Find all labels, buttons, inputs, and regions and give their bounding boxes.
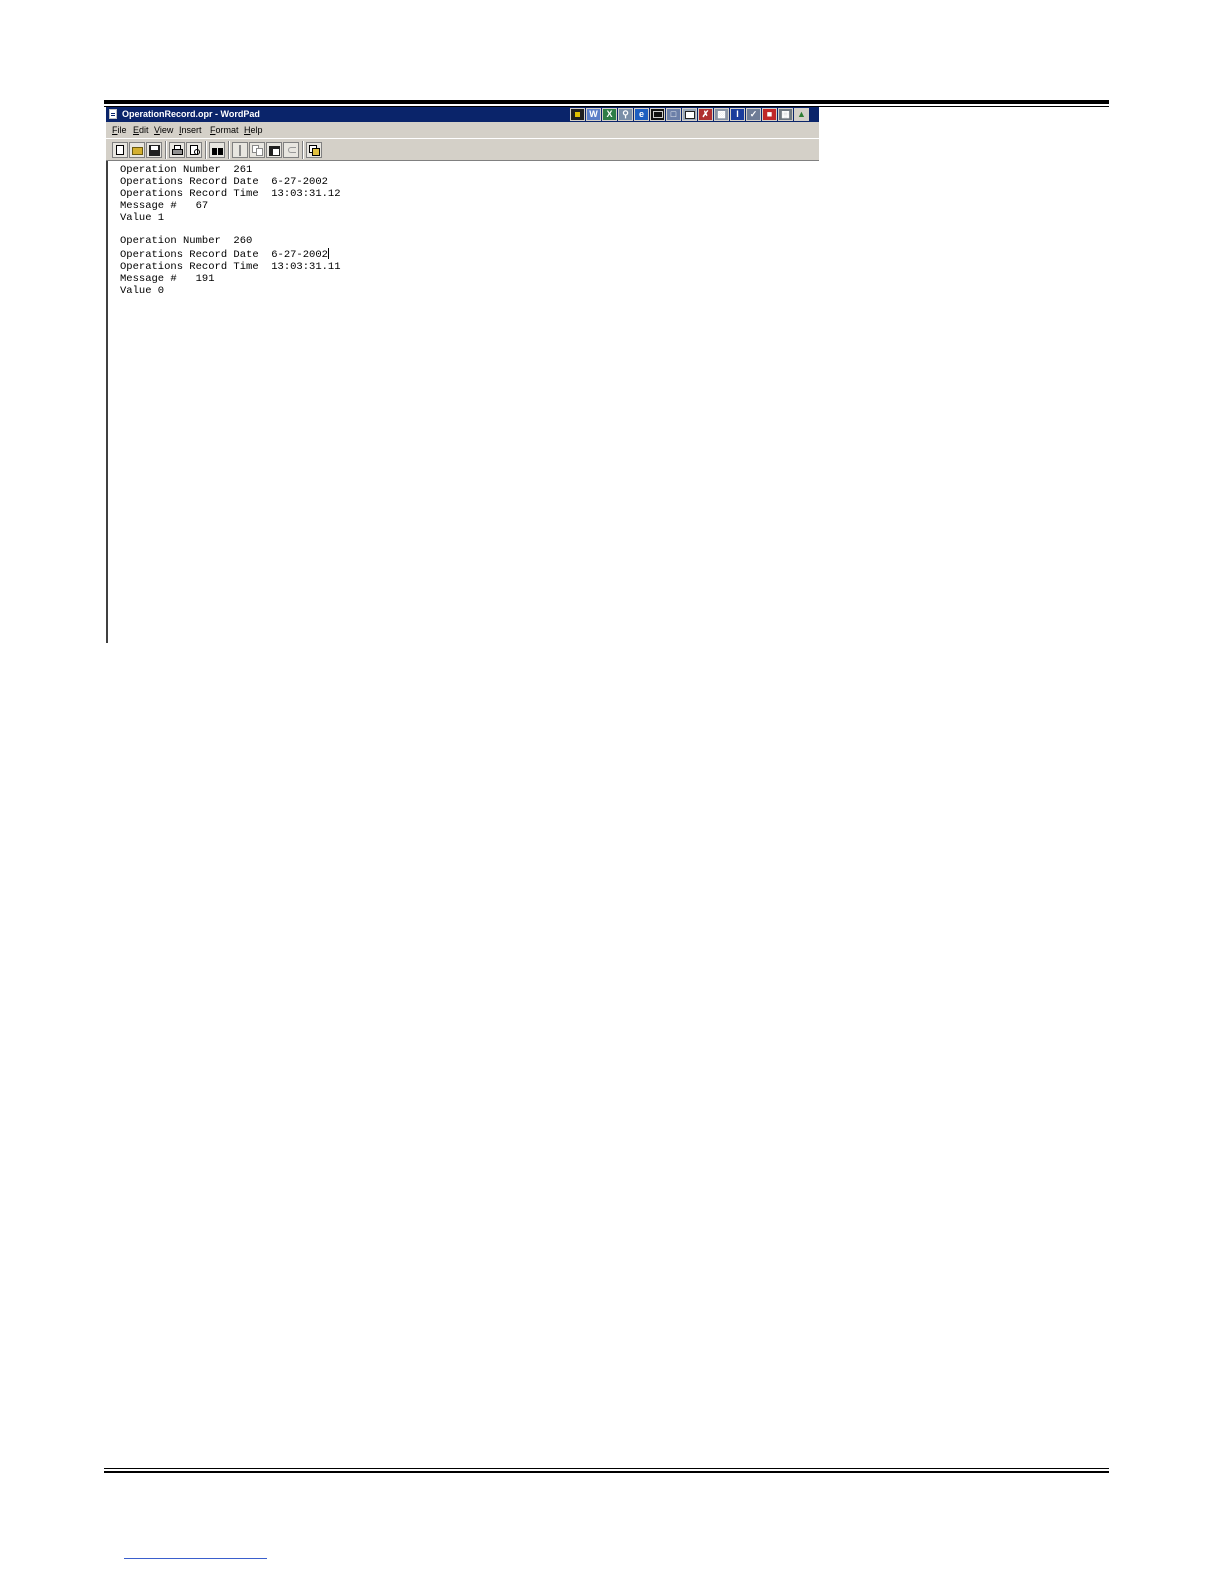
page-bottom-rule-thick bbox=[104, 1471, 1109, 1473]
wordpad-window: OperationRecord.opr - WordPad W X ⚲ e □ … bbox=[106, 107, 819, 643]
print-icon[interactable] bbox=[169, 142, 185, 158]
app-icon[interactable] bbox=[570, 108, 585, 121]
new-icon[interactable] bbox=[112, 142, 128, 158]
doc-line: Operations Record Date 6-27-2002 bbox=[120, 249, 328, 262]
copy-icon[interactable] bbox=[249, 142, 265, 158]
doc-line: Value 1 bbox=[120, 211, 165, 224]
page-top-rule-thick bbox=[104, 100, 1109, 104]
menu-bar: File Edit View Insert Format Help bbox=[106, 122, 819, 138]
undo-icon[interactable] bbox=[283, 142, 299, 158]
terminal-icon[interactable] bbox=[650, 108, 665, 121]
toolbar-separator bbox=[228, 141, 230, 159]
insert-datetime-icon[interactable] bbox=[306, 142, 322, 158]
menu-help[interactable]: Help bbox=[244, 122, 263, 138]
doc-line: Operations Record Time 13:03:31.12 bbox=[120, 187, 341, 200]
monitor-icon[interactable]: □ bbox=[666, 108, 681, 121]
menu-file[interactable]: File bbox=[112, 122, 127, 138]
toolbar-separator bbox=[302, 141, 304, 159]
toolbar-separator bbox=[205, 141, 207, 159]
document-text[interactable]: Operation Number 261 Operations Record D… bbox=[120, 164, 341, 298]
search-icon[interactable]: ⚲ bbox=[618, 108, 633, 121]
doc-line: Message # 191 bbox=[120, 273, 215, 286]
doc-line: Operations Record Time 13:03:31.11 bbox=[120, 261, 341, 274]
toolbar-separator bbox=[165, 141, 167, 159]
page-bottom-rule-thin bbox=[104, 1468, 1109, 1469]
save-icon[interactable] bbox=[146, 142, 162, 158]
menu-format[interactable]: Format bbox=[210, 122, 239, 138]
taskbar-icon-strip: W X ⚲ e □ ✗ ▩ I ✓ ■ ▦ ▲ bbox=[570, 108, 809, 121]
network-icon[interactable]: ▦ bbox=[778, 108, 793, 121]
menu-view[interactable]: View bbox=[154, 122, 173, 138]
tool-icon[interactable]: ✗ bbox=[698, 108, 713, 121]
print-preview-icon[interactable] bbox=[186, 142, 202, 158]
document-editor[interactable]: Operation Number 261 Operations Record D… bbox=[106, 161, 819, 643]
system-menu-icon[interactable] bbox=[109, 109, 117, 119]
doc-line: Operation Number 260 bbox=[120, 235, 253, 248]
text-caret bbox=[327, 248, 329, 260]
paste-icon[interactable] bbox=[266, 142, 282, 158]
red-app-icon[interactable]: ■ bbox=[762, 108, 777, 121]
doc-line: Message # 67 bbox=[120, 199, 209, 212]
title-bar[interactable]: OperationRecord.opr - WordPad W X ⚲ e □ … bbox=[106, 107, 819, 122]
window-icon[interactable] bbox=[682, 108, 697, 121]
blue-app-icon[interactable]: I bbox=[730, 108, 745, 121]
menu-insert[interactable]: Insert bbox=[179, 122, 202, 138]
printer-icon[interactable]: ▩ bbox=[714, 108, 729, 121]
menu-edit[interactable]: Edit bbox=[133, 122, 149, 138]
edit-icon[interactable]: ✓ bbox=[746, 108, 761, 121]
doc-line: Operation Number 261 bbox=[120, 164, 253, 176]
toolbar bbox=[106, 138, 819, 161]
footnote-link-underline bbox=[124, 1558, 267, 1559]
tree-icon[interactable]: ▲ bbox=[794, 108, 809, 121]
excel-icon[interactable]: X bbox=[602, 108, 617, 121]
ie-icon[interactable]: e bbox=[634, 108, 649, 121]
window-title: OperationRecord.opr - WordPad bbox=[122, 109, 260, 119]
cut-icon[interactable] bbox=[232, 142, 248, 158]
doc-line: Operations Record Date 6-27-2002 bbox=[120, 175, 328, 188]
find-icon[interactable] bbox=[209, 142, 225, 158]
open-icon[interactable] bbox=[129, 142, 145, 158]
doc-line: Value 0 bbox=[120, 285, 165, 298]
word-icon[interactable]: W bbox=[586, 108, 601, 121]
